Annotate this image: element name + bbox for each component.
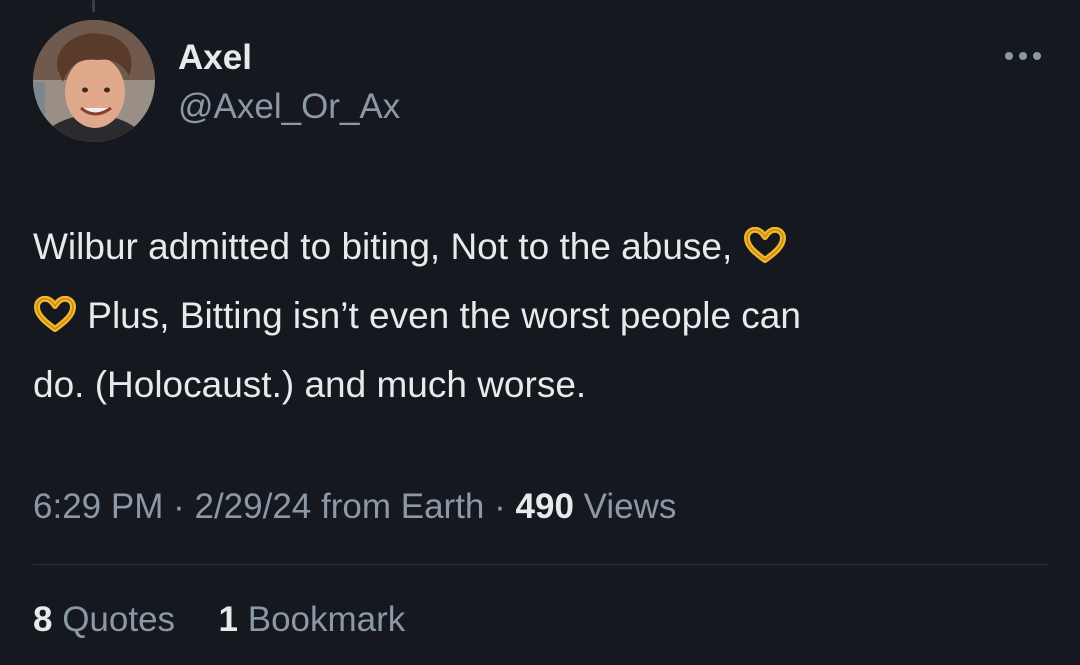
quotes-link[interactable]: 8 Quotes (33, 600, 185, 639)
tweet-text-line-1: Wilbur admitted to biting, Not to the ab… (33, 226, 733, 267)
quotes-label: Quotes (62, 600, 176, 639)
bookmarks-link[interactable]: 1 Bookmark (219, 600, 406, 639)
author-handle[interactable]: @Axel_Or_Ax (178, 86, 400, 128)
bookmarks-label: Bookmark (247, 600, 406, 639)
more-options-icon[interactable] (1000, 46, 1046, 66)
meta-separator: · (494, 487, 506, 526)
meta-separator: · (173, 487, 185, 526)
heart-hands-emoji-icon (34, 296, 76, 332)
tweet-line: Plus, Bitting isn’t even the worst peopl… (33, 281, 1043, 350)
tweet-text-line-2: Plus, Bitting isn’t even the worst peopl… (87, 295, 801, 336)
thread-connector-line (92, 0, 95, 12)
tweet-source: from Earth (321, 487, 485, 526)
views-count: 490 (515, 487, 574, 526)
tweet-text-line-3: do. (Holocaust.) and much worse. (33, 364, 587, 405)
tweet-body: Wilbur admitted to biting, Not to the ab… (33, 212, 1043, 419)
tweet-line: Wilbur admitted to biting, Not to the ab… (33, 212, 1043, 281)
heart-hands-emoji-icon (743, 227, 786, 263)
views-label: Views (583, 487, 677, 526)
avatar-photo (33, 20, 155, 142)
quotes-count: 8 (33, 600, 53, 639)
author-display-name[interactable]: Axel (178, 38, 252, 78)
engagement-stats: 8 Quotes 1 Bookmark (33, 597, 405, 643)
avatar[interactable] (33, 20, 155, 142)
divider (33, 564, 1048, 565)
tweet-time[interactable]: 6:29 PM (33, 487, 163, 526)
bookmarks-count: 1 (218, 600, 238, 639)
tweet-metadata: 6:29 PM · 2/29/24 from Earth · 490 Views (33, 484, 676, 530)
tweet-date[interactable]: 2/29/24 (194, 487, 311, 526)
